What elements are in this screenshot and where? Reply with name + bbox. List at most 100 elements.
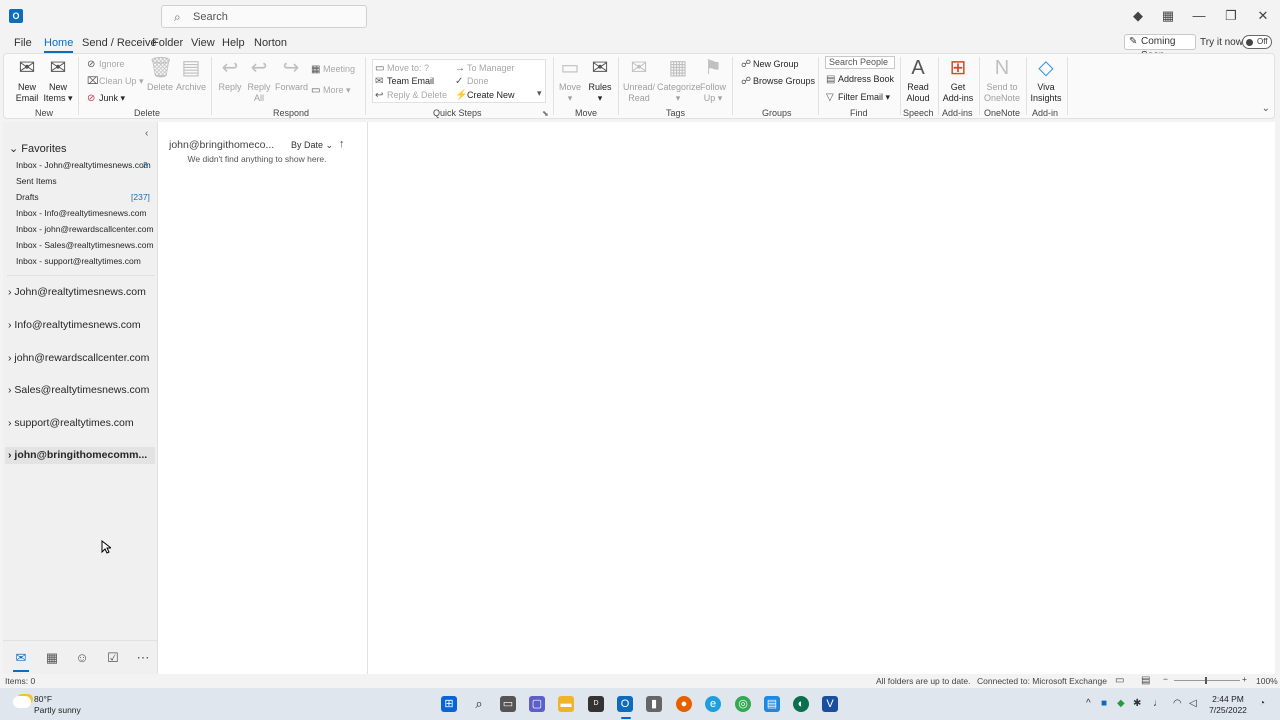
- new-email-button[interactable]: ✉ New Email: [13, 56, 41, 104]
- dell-icon[interactable]: D: [588, 696, 604, 712]
- favorite-inbox-info[interactable]: Inbox - Info@realtytimesnews.com: [16, 208, 147, 218]
- coming-soon-button[interactable]: ✎ Coming Soon: [1124, 34, 1196, 61]
- tray-shield-icon[interactable]: ◆: [1117, 698, 1125, 709]
- quick-step-done[interactable]: ✓ Done: [455, 76, 489, 87]
- account-sales-realtytimesnews[interactable]: › Sales@realtytimesnews.com: [8, 384, 149, 396]
- file-explorer-icon[interactable]: ▬: [558, 696, 574, 712]
- tray-app-icon[interactable]: ✱: [1133, 698, 1141, 709]
- send-to-onenote-button[interactable]: N Send to OneNote: [982, 56, 1022, 104]
- zoom-level[interactable]: 100%: [1256, 676, 1278, 686]
- search-people-input[interactable]: Search People: [825, 56, 895, 69]
- edge-icon[interactable]: e: [705, 696, 721, 712]
- quick-steps-more-icon[interactable]: ▾: [537, 88, 542, 99]
- clean-up-button[interactable]: ⌧Clean Up ▾: [87, 76, 144, 87]
- browse-groups-button[interactable]: ☍ Browse Groups: [741, 76, 815, 87]
- filter-email-button[interactable]: ▽ Filter Email ▾: [826, 92, 890, 103]
- unread-read-button[interactable]: ✉ Unread/Read: [622, 56, 656, 104]
- tab-norton[interactable]: Norton: [254, 37, 287, 49]
- search-box[interactable]: ⌕ Search: [161, 5, 367, 28]
- mail-icon[interactable]: ✉: [13, 650, 29, 672]
- favorite-inbox-sales[interactable]: Inbox - Sales@realtytimesnews.com: [16, 240, 154, 250]
- volume-icon[interactable]: ◁: [1189, 698, 1197, 709]
- move-button[interactable]: ▭ Move ▾: [557, 56, 583, 104]
- calendar-icon[interactable]: ▦: [44, 650, 60, 666]
- address-book-button[interactable]: ▤ Address Book: [826, 74, 894, 85]
- app-icon[interactable]: ▮: [646, 696, 662, 712]
- ignore-button[interactable]: ⊘ Ignore: [87, 59, 125, 70]
- archive-button[interactable]: ▤ Archive: [176, 56, 206, 93]
- tab-file[interactable]: File: [14, 37, 32, 49]
- tray-overflow-icon[interactable]: ^: [1086, 698, 1091, 709]
- favorite-sent-items[interactable]: Sent Items: [16, 176, 57, 186]
- categorize-button[interactable]: ▦ Categorize ▾: [657, 56, 701, 104]
- more-respond-button[interactable]: ▭ More ▾: [311, 85, 351, 96]
- favorite-drafts[interactable]: Drafts: [16, 192, 39, 202]
- quick-step-move-to[interactable]: ▭ Move to: ?: [375, 63, 429, 74]
- account-john-realtytimesnews[interactable]: › John@realtytimesnews.com: [8, 286, 146, 298]
- microphone-icon[interactable]: ♩: [1153, 698, 1163, 709]
- tab-home[interactable]: Home: [44, 37, 74, 53]
- favorite-inbox-support[interactable]: Inbox - support@realtytimes.com: [16, 256, 141, 266]
- weather-widget[interactable]: 80°F Partly sunny: [34, 694, 81, 716]
- restore-button[interactable]: ❐: [1222, 8, 1240, 24]
- account-support-realtytimes[interactable]: › support@realtytimes.com: [8, 417, 134, 429]
- quick-steps-launcher-icon[interactable]: ⬊: [542, 109, 549, 118]
- people-icon[interactable]: ☺: [74, 650, 90, 665]
- start-windows-icon[interactable]: ⊞: [441, 696, 457, 712]
- minimize-button[interactable]: —: [1190, 8, 1208, 23]
- account-john-rewardscallcenter[interactable]: › john@rewardscallcenter.com: [8, 352, 149, 364]
- zoom-slider[interactable]: [1174, 680, 1240, 681]
- reply-button[interactable]: ↩ Reply: [217, 56, 243, 93]
- zoom-in-button[interactable]: +: [1242, 674, 1247, 684]
- normal-view-icon[interactable]: ▭: [1115, 675, 1124, 686]
- delete-button[interactable]: 🗑 Delete: [147, 56, 173, 93]
- new-group-button[interactable]: ☍ New Group: [741, 59, 799, 70]
- app-v-icon[interactable]: V: [822, 696, 838, 712]
- weather-cloud-icon[interactable]: [13, 696, 31, 708]
- sort-direction-arrow-icon[interactable]: ↑: [339, 138, 345, 150]
- chrome-icon[interactable]: ◎: [735, 696, 751, 712]
- tray-outlook-icon[interactable]: ■: [1101, 698, 1107, 709]
- new-items-button[interactable]: ✉ New Items ▾: [43, 56, 73, 104]
- teams-chat-icon[interactable]: ▢: [529, 696, 545, 712]
- coming-soon-toggle[interactable]: Off: [1242, 35, 1272, 49]
- quick-step-team-email[interactable]: ✉ Team Email: [375, 76, 434, 87]
- tab-help[interactable]: Help: [222, 37, 245, 49]
- junk-button[interactable]: ⊘ Junk ▾: [87, 93, 125, 104]
- follow-up-button[interactable]: ⚑ Follow Up ▾: [700, 56, 726, 104]
- viva-insights-button[interactable]: ◇ Viva Insights: [1029, 56, 1063, 104]
- outlook-taskbar-icon[interactable]: O: [617, 696, 633, 712]
- tasks-icon[interactable]: ☑: [105, 650, 121, 666]
- collapse-pane-chevron-icon[interactable]: ‹: [145, 128, 148, 139]
- favorite-inbox-rewards[interactable]: Inbox - john@rewardscallcenter.com: [16, 224, 154, 234]
- rules-button[interactable]: ✉ Rules ▾: [587, 56, 613, 104]
- reading-view-icon[interactable]: ▤: [1141, 675, 1150, 686]
- tab-folder[interactable]: Folder: [152, 37, 183, 49]
- reply-all-button[interactable]: ↩ Reply All: [245, 56, 273, 104]
- favorite-inbox-john[interactable]: Inbox - John@realtytimesnews.com: [16, 160, 151, 170]
- quick-step-create-new[interactable]: ⚡Create New: [455, 90, 515, 101]
- wifi-icon[interactable]: ◠: [1173, 698, 1182, 709]
- tab-send-receive[interactable]: Send / Receive: [82, 37, 157, 49]
- zoom-out-button[interactable]: −: [1163, 674, 1168, 684]
- tab-view[interactable]: View: [191, 37, 215, 49]
- more-apps-icon[interactable]: ⋯: [135, 650, 151, 666]
- taskbar-search-icon[interactable]: ⌕: [471, 696, 487, 712]
- zoom-slider-thumb[interactable]: [1205, 677, 1207, 684]
- notification-bell-icon[interactable]: ◔: [1259, 698, 1265, 709]
- quick-step-reply-delete[interactable]: ↩ Reply & Delete: [375, 90, 447, 101]
- meeting-button[interactable]: ▦ Meeting: [311, 64, 355, 75]
- ribbon-collapse-chevron-icon[interactable]: ⌄: [1262, 103, 1270, 114]
- account-john-bringithome[interactable]: › john@bringithomecomm...: [5, 447, 155, 464]
- close-button[interactable]: ✕: [1254, 8, 1272, 24]
- task-view-icon[interactable]: ▭: [500, 696, 516, 712]
- clock[interactable]: 2:44 PM 7/25/2022: [1200, 694, 1256, 716]
- apps-icon[interactable]: ▦: [1159, 8, 1177, 24]
- firefox-icon[interactable]: ●: [676, 696, 692, 712]
- account-info-realtytimesnews[interactable]: › Info@realtytimesnews.com: [8, 319, 141, 331]
- quick-step-to-manager[interactable]: → To Manager: [455, 63, 515, 74]
- notepad-icon[interactable]: ▤: [764, 696, 780, 712]
- read-aloud-button[interactable]: A Read Aloud: [903, 56, 933, 104]
- favorites-header[interactable]: ⌄ Favorites: [9, 142, 67, 155]
- app-circle-icon[interactable]: ◐: [793, 696, 809, 712]
